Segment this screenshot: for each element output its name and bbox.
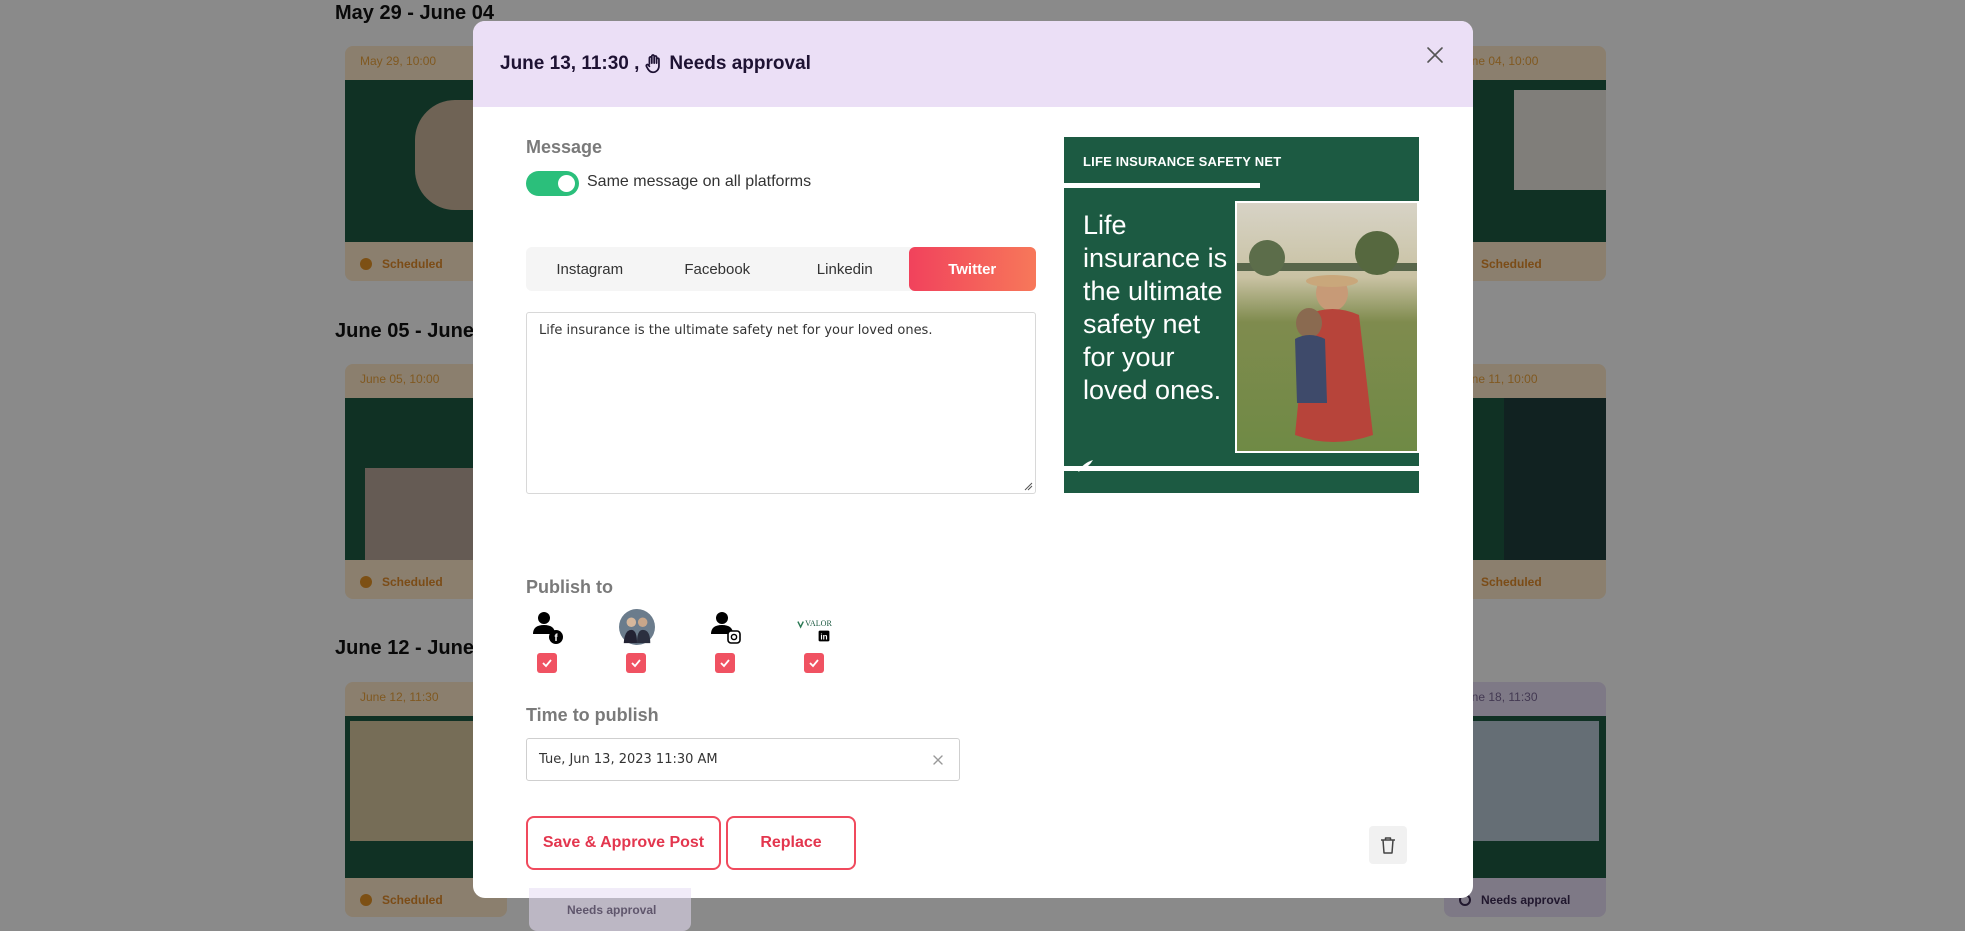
preview-body-text: Life insurance is the ultimate safety ne… xyxy=(1083,210,1228,405)
publish-to-label: Publish to xyxy=(526,577,613,597)
publish-datetime-value: Tue, Jun 13, 2023 11:30 AM xyxy=(539,752,718,767)
post-card-status: Needs approval xyxy=(529,888,691,931)
account-checkbox[interactable] xyxy=(715,653,735,673)
tab-twitter[interactable]: Twitter xyxy=(908,247,1036,291)
resize-handle-icon[interactable] xyxy=(1023,481,1033,491)
modal-header: June 13, 11:30 , Needs approval xyxy=(473,21,1473,107)
same-message-toggle[interactable] xyxy=(526,171,579,196)
platform-tabs: Instagram Facebook Linkedin Twitter xyxy=(526,247,1036,291)
feather-icon xyxy=(1078,460,1093,472)
delete-button[interactable] xyxy=(1369,826,1407,864)
time-to-publish-label: Time to publish xyxy=(526,705,659,725)
preview-headline: LIFE INSURANCE SAFETY NET xyxy=(1083,154,1282,169)
trash-icon xyxy=(1381,837,1395,854)
save-approve-button[interactable]: Save & Approve Post xyxy=(526,816,721,870)
raised-hand-icon xyxy=(645,54,661,74)
account-checkbox[interactable] xyxy=(804,653,824,673)
tab-linkedin[interactable]: Linkedin xyxy=(781,247,909,291)
post-datetime: June 13, 11:30 , xyxy=(500,53,640,74)
account-list: f VALOR in xyxy=(526,609,836,675)
account-profile xyxy=(615,609,658,675)
clear-icon[interactable] xyxy=(929,751,947,769)
facebook-user-icon: f xyxy=(530,609,566,645)
svg-text:in: in xyxy=(820,633,827,642)
post-image-preview: LIFE INSURANCE SAFETY NET Life insurance… xyxy=(1064,137,1419,493)
account-facebook: f xyxy=(526,609,569,675)
close-icon[interactable] xyxy=(1425,45,1445,65)
account-linkedin: VALOR in xyxy=(793,609,836,675)
linkedin-valor-logo: VALOR in xyxy=(797,609,833,645)
account-checkbox[interactable] xyxy=(537,653,557,673)
tab-facebook[interactable]: Facebook xyxy=(654,247,782,291)
message-label: Message xyxy=(526,137,603,157)
modal-title: June 13, 11:30 , Needs approval xyxy=(500,53,811,75)
same-message-label: Same message on all platforms xyxy=(587,173,812,190)
avatar xyxy=(619,609,655,645)
replace-button[interactable]: Replace xyxy=(726,816,856,870)
tab-instagram[interactable]: Instagram xyxy=(526,247,654,291)
message-textarea[interactable]: Life insurance is the ultimate safety ne… xyxy=(526,312,1036,494)
svg-text:VALOR: VALOR xyxy=(805,619,832,628)
instagram-user-icon xyxy=(708,609,744,645)
preview-photo xyxy=(1235,201,1419,453)
post-status: Needs approval xyxy=(669,53,811,74)
publish-datetime-input[interactable]: Tue, Jun 13, 2023 11:30 AM xyxy=(526,738,960,781)
account-checkbox[interactable] xyxy=(626,653,646,673)
post-edit-modal: June 13, 11:30 , Needs approval Message … xyxy=(473,21,1473,898)
message-text: Life insurance is the ultimate safety ne… xyxy=(539,323,933,338)
account-instagram xyxy=(704,609,747,675)
